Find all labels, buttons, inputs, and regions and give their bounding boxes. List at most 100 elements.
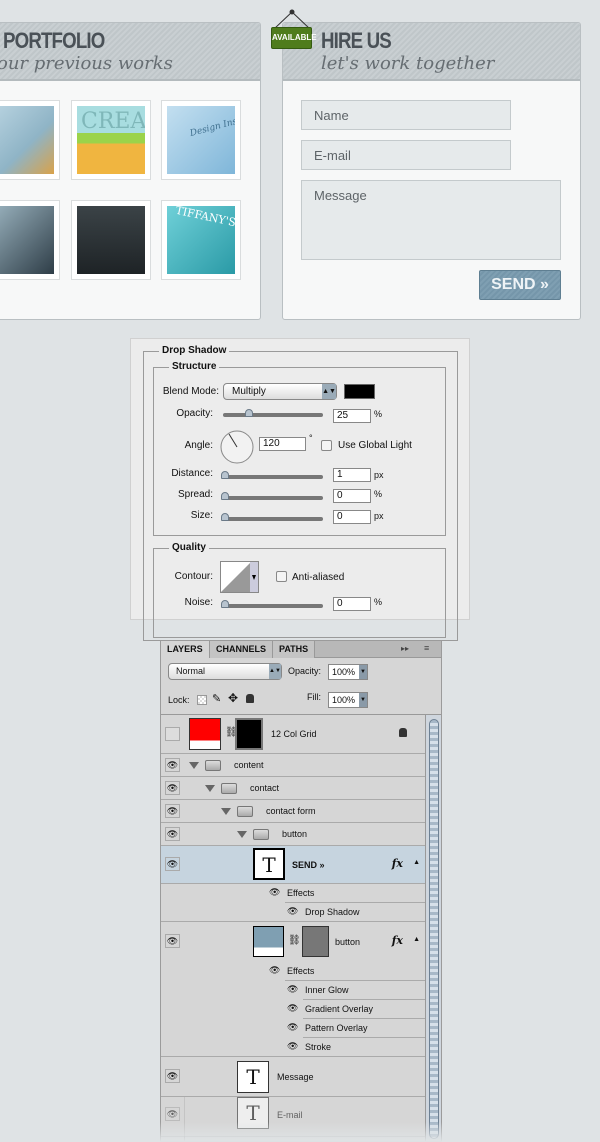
available-badge: AVAILABLE xyxy=(271,27,317,49)
effect-pattern-overlay[interactable]: 👁 Pattern Overlay xyxy=(161,1019,425,1038)
layer-group-content[interactable]: 👁 content xyxy=(161,754,425,777)
contour-picker[interactable] xyxy=(220,561,259,593)
layer-row-button[interactable]: 👁 ⛓ button fx ▲ xyxy=(161,922,425,962)
layer-blend-select[interactable]: Normal ▲▼ xyxy=(168,663,282,680)
lock-brush-icon[interactable]: ✎ xyxy=(212,692,221,705)
slider-knob[interactable] xyxy=(221,600,229,608)
message-textarea[interactable]: Message xyxy=(301,180,561,260)
eye-icon[interactable]: 👁 xyxy=(287,906,298,917)
select-arrows-icon: ▲▼ xyxy=(322,384,336,399)
portfolio-thumbnail[interactable] xyxy=(0,100,60,180)
layer-row-message[interactable]: 👁 T Message xyxy=(161,1057,425,1097)
portfolio-thumbnail[interactable] xyxy=(71,200,151,280)
eye-icon[interactable]: 👁 xyxy=(287,1003,298,1014)
shadow-color-swatch[interactable] xyxy=(344,384,375,399)
collapse-effects-icon[interactable]: ▲ xyxy=(413,859,420,866)
eye-icon[interactable]: 👁 xyxy=(165,934,180,948)
lock-move-icon[interactable]: ✥ xyxy=(228,691,238,705)
slider-knob[interactable] xyxy=(245,409,253,417)
fx-icon[interactable]: fx xyxy=(392,857,403,870)
slider-knob[interactable] xyxy=(221,471,229,479)
portfolio-thumbnail[interactable] xyxy=(0,200,60,280)
distance-input[interactable]: 1 xyxy=(333,468,371,482)
angle-input[interactable]: 120 xyxy=(259,437,306,451)
eye-icon[interactable]: 👁 xyxy=(165,758,180,772)
lock-transparency-icon[interactable] xyxy=(197,695,207,705)
expand-triangle-icon[interactable] xyxy=(237,831,247,838)
eye-icon[interactable]: 👁 xyxy=(165,1107,180,1121)
effect-drop-shadow[interactable]: 👁 Drop Shadow xyxy=(161,903,425,922)
effect-stroke[interactable]: 👁 Stroke xyxy=(161,1038,425,1057)
expand-triangle-icon[interactable] xyxy=(189,762,199,769)
tab-paths[interactable]: PATHS xyxy=(273,641,316,658)
scrollbar-thumb[interactable] xyxy=(429,719,439,1139)
eye-icon[interactable]: 👁 xyxy=(165,827,180,841)
size-input[interactable]: 0 xyxy=(333,510,371,524)
portfolio-title: PORTFOLIO xyxy=(3,28,105,53)
global-light-checkbox[interactable] xyxy=(321,440,332,451)
collapse-icon[interactable]: ▸▸ xyxy=(401,644,409,653)
lock-all-icon[interactable] xyxy=(246,694,254,703)
effects-row[interactable]: 👁 Effects xyxy=(161,884,425,903)
collapse-effects-icon[interactable]: ▲ xyxy=(413,936,420,943)
quality-group: Quality xyxy=(153,542,446,638)
portfolio-thumbnail[interactable]: Design Instruct xyxy=(161,100,241,180)
layer-name: contact form xyxy=(266,806,316,816)
dropdown-arrow-icon: ▼ xyxy=(359,693,367,707)
opacity-slider[interactable] xyxy=(223,409,323,417)
effect-inner-glow[interactable]: 👁 Inner Glow xyxy=(161,981,425,1000)
layer-fill-input[interactable]: 100% ▼ xyxy=(328,692,368,708)
layer-row-send-text[interactable]: 👁 T SEND » fx ▲ xyxy=(161,846,425,884)
lock-icon xyxy=(399,728,407,737)
effect-gradient-overlay[interactable]: 👁 Gradient Overlay xyxy=(161,1000,425,1019)
send-button[interactable]: SEND » xyxy=(479,270,561,300)
layer-row-12-col-grid[interactable]: ⛓ 12 Col Grid xyxy=(161,715,425,754)
layer-group-contact[interactable]: 👁 contact xyxy=(161,777,425,800)
blend-mode-select[interactable]: Multiply ▲▼ xyxy=(223,383,337,400)
slider-knob[interactable] xyxy=(221,513,229,521)
effect-name: Pattern Overlay xyxy=(305,1023,368,1033)
thumbnail-text: TIFFANY'S xyxy=(174,206,235,230)
eye-icon[interactable]: 👁 xyxy=(165,781,180,795)
noise-slider[interactable] xyxy=(221,600,323,608)
fx-icon[interactable]: fx xyxy=(392,934,403,947)
size-slider[interactable] xyxy=(221,513,323,521)
eye-icon[interactable]: 👁 xyxy=(269,965,280,976)
visibility-toggle-off[interactable] xyxy=(165,727,180,741)
effect-name: Drop Shadow xyxy=(305,907,360,917)
layer-group-contact-form[interactable]: 👁 contact form xyxy=(161,800,425,823)
eye-icon[interactable]: 👁 xyxy=(287,1041,298,1052)
tab-layers[interactable]: LAYERS xyxy=(161,641,210,658)
panel-menu-icon[interactable]: ≡ xyxy=(424,643,429,653)
opacity-input[interactable]: 25 xyxy=(333,409,371,423)
portfolio-thumbnail[interactable]: TIFFANY'S xyxy=(161,200,241,280)
layer-blend-value: Normal xyxy=(176,666,206,676)
effects-row[interactable]: 👁 Effects xyxy=(161,962,425,981)
distance-slider[interactable] xyxy=(221,471,323,479)
anti-aliased-checkbox[interactable] xyxy=(276,571,287,582)
expand-triangle-icon[interactable] xyxy=(221,808,231,815)
tab-channels[interactable]: CHANNELS xyxy=(210,641,274,658)
expand-triangle-icon[interactable] xyxy=(205,785,215,792)
email-input[interactable]: E-mail xyxy=(301,140,511,170)
layer-name: 12 Col Grid xyxy=(271,729,317,739)
eye-icon[interactable]: 👁 xyxy=(165,1069,180,1083)
eye-icon[interactable]: 👁 xyxy=(269,887,280,898)
layers-scrollbar[interactable] xyxy=(425,715,441,1141)
name-input[interactable]: Name xyxy=(301,100,511,130)
blend-mode-label: Blend Mode: xyxy=(162,386,219,397)
angle-dial[interactable] xyxy=(219,429,255,465)
fill-label: Fill: xyxy=(307,692,321,702)
slider-knob[interactable] xyxy=(221,492,229,500)
mask-thumbnail xyxy=(235,718,263,750)
eye-icon[interactable]: 👁 xyxy=(287,1022,298,1033)
eye-icon[interactable]: 👁 xyxy=(165,857,180,871)
eye-icon[interactable]: 👁 xyxy=(165,804,180,818)
noise-input[interactable]: 0 xyxy=(333,597,371,611)
eye-icon[interactable]: 👁 xyxy=(287,984,298,995)
portfolio-thumbnail[interactable]: CREAT xyxy=(71,100,151,180)
spread-slider[interactable] xyxy=(221,492,323,500)
spread-input[interactable]: 0 xyxy=(333,489,371,503)
layer-opacity-input[interactable]: 100% ▼ xyxy=(328,664,368,680)
layer-group-button[interactable]: 👁 button xyxy=(161,823,425,846)
